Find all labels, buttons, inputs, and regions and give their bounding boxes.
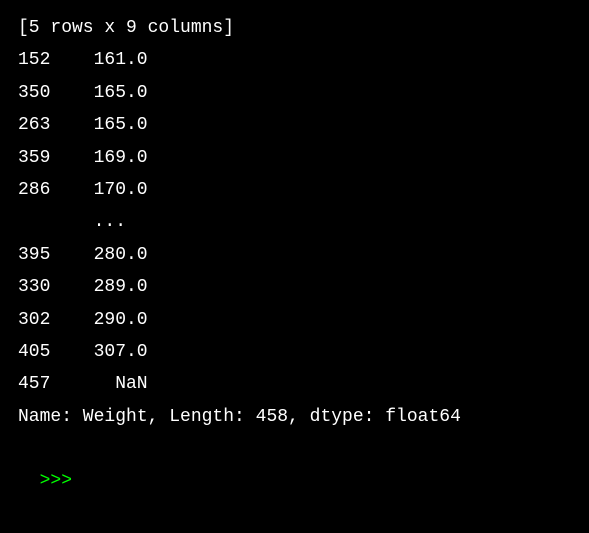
output-header: [5 rows x 9 columns] <box>18 12 571 44</box>
data-row: 286170.0 <box>18 174 571 206</box>
row-index: 286 <box>18 174 50 206</box>
row-value: 169.0 <box>50 142 147 174</box>
row-index: 330 <box>18 271 50 303</box>
row-index: 359 <box>18 142 50 174</box>
row-index: 263 <box>18 109 50 141</box>
row-index: 395 <box>18 239 50 271</box>
data-row: 330289.0 <box>18 271 571 303</box>
row-value: 165.0 <box>50 77 147 109</box>
row-index: 302 <box>18 304 50 336</box>
row-index: 405 <box>18 336 50 368</box>
data-row: 152161.0 <box>18 44 571 76</box>
series-footer: Name: Weight, Length: 458, dtype: float6… <box>18 401 571 433</box>
data-row: 395280.0 <box>18 239 571 271</box>
ellipsis-line: ... <box>18 206 571 238</box>
row-value: 280.0 <box>50 239 147 271</box>
row-value: 289.0 <box>50 271 147 303</box>
row-value: NaN <box>50 368 147 400</box>
data-row: 405307.0 <box>18 336 571 368</box>
row-value: 161.0 <box>50 44 147 76</box>
data-row: 359169.0 <box>18 142 571 174</box>
row-value: 170.0 <box>50 174 147 206</box>
python-prompt-line[interactable]: >>> <box>18 433 571 498</box>
data-row: 302290.0 <box>18 304 571 336</box>
data-row: 263165.0 <box>18 109 571 141</box>
python-prompt: >>> <box>40 471 72 491</box>
row-index: 152 <box>18 44 50 76</box>
row-value: 307.0 <box>50 336 147 368</box>
row-value: 290.0 <box>50 304 147 336</box>
row-value: 165.0 <box>50 109 147 141</box>
row-index: 457 <box>18 368 50 400</box>
row-index: 350 <box>18 77 50 109</box>
data-row: 457NaN <box>18 368 571 400</box>
data-row: 350165.0 <box>18 77 571 109</box>
